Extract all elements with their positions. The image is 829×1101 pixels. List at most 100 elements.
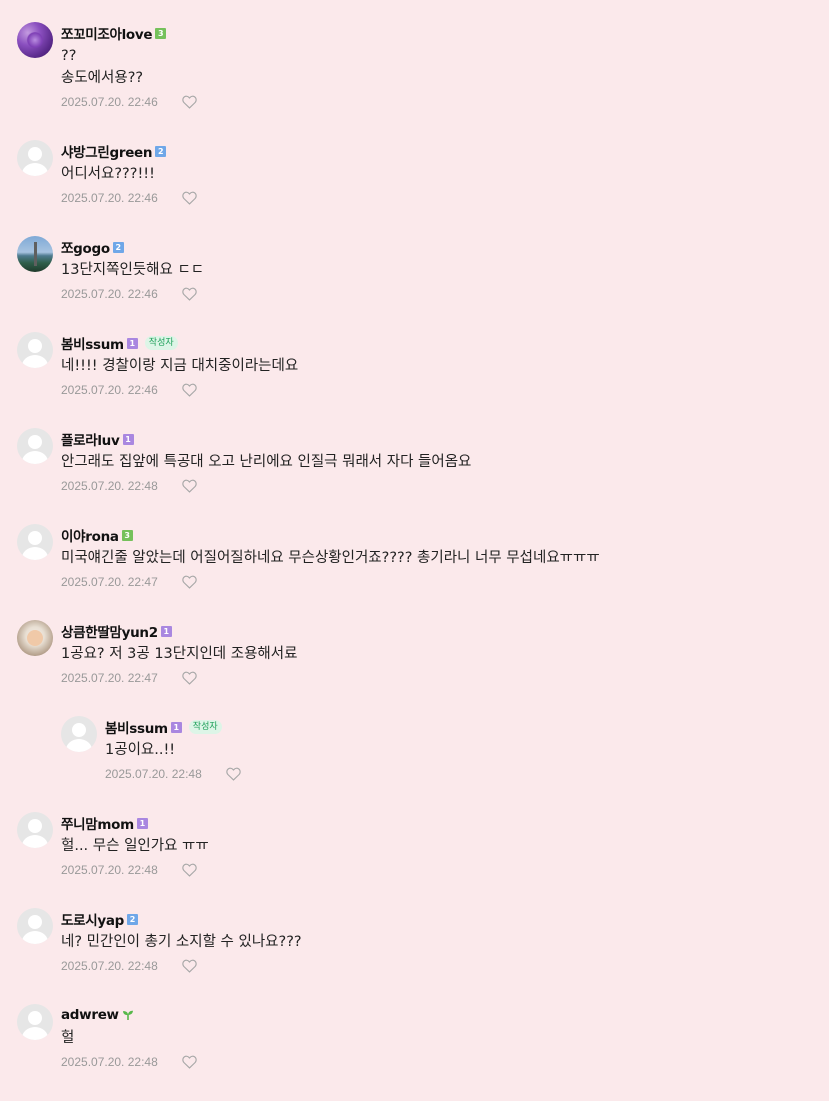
comment-date: 2025.07.20. 22:46 bbox=[61, 287, 158, 301]
level-badge-icon: 3 bbox=[155, 27, 167, 39]
comment-meta: 2025.07.20. 22:48 bbox=[61, 476, 197, 496]
comment-meta: 2025.07.20. 22:48 bbox=[61, 1052, 197, 1072]
comment-text: 미국얘긴줄 알았는데 어질어질하네요 무슨상황인거죠???? 총기라니 너무 무… bbox=[61, 550, 600, 566]
heart-outline-icon[interactable] bbox=[182, 575, 197, 589]
avatar[interactable] bbox=[17, 236, 53, 272]
comment-meta: 2025.07.20. 22:46 bbox=[61, 380, 197, 400]
avatar[interactable] bbox=[17, 140, 53, 176]
comment-date: 2025.07.20. 22:46 bbox=[61, 383, 158, 397]
comment-meta: 2025.07.20. 22:48 bbox=[105, 764, 241, 784]
comment-author: 샤방그린green 2 bbox=[61, 140, 167, 162]
nickname[interactable]: 이야rona bbox=[61, 525, 119, 545]
comment-item: 쪼꼬미조아love 3 ?? 송도에서용?? 2025.07.20. 22:46 bbox=[17, 22, 817, 118]
comment-author: 쪼꼬미조아love 3 bbox=[61, 22, 167, 44]
nickname[interactable]: 플로라luv bbox=[61, 429, 120, 449]
comment-date: 2025.07.20. 22:48 bbox=[105, 767, 202, 781]
comment-item: adwrew 헐 2025.07.20. 22:48 bbox=[17, 1004, 817, 1100]
nickname[interactable]: 상큼한딸맘yun2 bbox=[61, 621, 158, 641]
comment-text: 네? 민간인이 총기 소지할 수 있나요??? bbox=[61, 934, 302, 950]
avatar[interactable] bbox=[17, 908, 53, 944]
comment-item: 샤방그린green 2 어디서요???!!! 2025.07.20. 22:46 bbox=[17, 140, 817, 236]
comment-text: 헐 bbox=[61, 1030, 75, 1046]
nickname[interactable]: 쪼gogo bbox=[61, 237, 110, 257]
nickname[interactable]: 샤방그린green bbox=[61, 141, 153, 161]
comment-item: 봄비ssum 1 작성자 네!!!! 경찰이랑 지금 대치중이라는데요 2025… bbox=[17, 332, 817, 428]
comment-text: 안그래도 집앞에 특공대 오고 난리에요 인질극 뭐래서 자다 들어옴요 bbox=[61, 454, 472, 470]
heart-outline-icon[interactable] bbox=[182, 863, 197, 877]
comment-meta: 2025.07.20. 22:48 bbox=[61, 860, 197, 880]
comment-meta: 2025.07.20. 22:47 bbox=[61, 668, 197, 688]
heart-outline-icon[interactable] bbox=[182, 383, 197, 397]
comment-text: 1공요? 저 3공 13단지인데 조용해서료 bbox=[61, 646, 298, 662]
comment-author: adwrew bbox=[61, 1004, 134, 1026]
comment-author: 상큼한딸맘yun2 1 bbox=[61, 620, 172, 642]
comment-date: 2025.07.20. 22:48 bbox=[61, 863, 158, 877]
level-badge-icon: 2 bbox=[155, 145, 167, 157]
nickname[interactable]: 봄비ssum bbox=[105, 717, 168, 737]
author-badge: 작성자 bbox=[144, 336, 178, 350]
comment-date: 2025.07.20. 22:46 bbox=[61, 191, 158, 205]
comment-text: 네!!!! 경찰이랑 지금 대치중이라는데요 bbox=[61, 358, 299, 374]
heart-outline-icon[interactable] bbox=[182, 191, 197, 205]
level-badge-icon: 1 bbox=[136, 817, 148, 829]
heart-outline-icon[interactable] bbox=[182, 671, 197, 685]
comment-author: 쪼gogo 2 bbox=[61, 236, 124, 258]
reply-item: 봄비ssum 1 작성자 1공이요..!! 2025.07.20. 22:48 bbox=[61, 716, 829, 812]
avatar[interactable] bbox=[17, 428, 53, 464]
avatar[interactable] bbox=[17, 22, 53, 58]
comment-author: 도로시yap 2 bbox=[61, 908, 139, 930]
avatar[interactable] bbox=[61, 716, 97, 752]
comment-date: 2025.07.20. 22:46 bbox=[61, 95, 158, 109]
comment-date: 2025.07.20. 22:48 bbox=[61, 479, 158, 493]
comment-author: 이야rona 3 bbox=[61, 524, 133, 546]
avatar[interactable] bbox=[17, 620, 53, 656]
author-badge: 작성자 bbox=[188, 720, 222, 734]
level-badge-icon: 1 bbox=[126, 337, 138, 349]
level-badge-icon: 1 bbox=[122, 433, 134, 445]
comment-item: 플로라luv 1 안그래도 집앞에 특공대 오고 난리에요 인질극 뭐래서 자다… bbox=[17, 428, 817, 524]
level-badge-icon: 1 bbox=[160, 625, 172, 637]
comment-text: 어디서요???!!! bbox=[61, 166, 155, 182]
comment-date: 2025.07.20. 22:47 bbox=[61, 575, 158, 589]
comment-meta: 2025.07.20. 22:46 bbox=[61, 92, 197, 112]
comment-text: 헐... 무슨 일인가요 ㅠㅠ bbox=[61, 838, 209, 854]
comment-item: 쭈니맘mom 1 헐... 무슨 일인가요 ㅠㅠ 2025.07.20. 22:… bbox=[17, 812, 817, 908]
comment-date: 2025.07.20. 22:48 bbox=[61, 1055, 158, 1069]
comment-item: 상큼한딸맘yun2 1 1공요? 저 3공 13단지인데 조용해서료 2025.… bbox=[17, 620, 817, 716]
comment-date: 2025.07.20. 22:48 bbox=[61, 959, 158, 973]
level-badge-icon: 2 bbox=[112, 241, 124, 253]
comment-author: 플로라luv 1 bbox=[61, 428, 134, 450]
comment-item: 쪼gogo 2 13단지쪽인듯해요 ㄷㄷ 2025.07.20. 22:46 bbox=[17, 236, 817, 332]
heart-outline-icon[interactable] bbox=[182, 479, 197, 493]
heart-outline-icon[interactable] bbox=[226, 767, 241, 781]
heart-outline-icon[interactable] bbox=[182, 95, 197, 109]
level-badge-icon: 1 bbox=[170, 721, 182, 733]
comment-meta: 2025.07.20. 22:46 bbox=[61, 188, 197, 208]
heart-outline-icon[interactable] bbox=[182, 959, 197, 973]
comment-text: 13단지쪽인듯해요 ㄷㄷ bbox=[61, 262, 205, 278]
nickname[interactable]: adwrew bbox=[61, 1007, 119, 1023]
avatar[interactable] bbox=[17, 812, 53, 848]
comment-meta: 2025.07.20. 22:47 bbox=[61, 572, 197, 592]
nickname[interactable]: 봄비ssum bbox=[61, 333, 124, 353]
nickname[interactable]: 쭈니맘mom bbox=[61, 813, 134, 833]
comment-author: 쭈니맘mom 1 bbox=[61, 812, 148, 834]
heart-outline-icon[interactable] bbox=[182, 287, 197, 301]
avatar[interactable] bbox=[17, 332, 53, 368]
level-badge-icon: 3 bbox=[121, 529, 133, 541]
heart-outline-icon[interactable] bbox=[182, 1055, 197, 1069]
comment-meta: 2025.07.20. 22:46 bbox=[61, 284, 197, 304]
comment-item: 이야rona 3 미국얘긴줄 알았는데 어질어질하네요 무슨상황인거죠???? … bbox=[17, 524, 817, 620]
comment-author: 봄비ssum 1 작성자 bbox=[105, 716, 222, 738]
comment-item: 도로시yap 2 네? 민간인이 총기 소지할 수 있나요??? 2025.07… bbox=[17, 908, 817, 1004]
sprout-icon bbox=[122, 1010, 133, 1020]
comment-meta: 2025.07.20. 22:48 bbox=[61, 956, 197, 976]
avatar[interactable] bbox=[17, 524, 53, 560]
avatar[interactable] bbox=[17, 1004, 53, 1040]
level-badge-icon: 2 bbox=[127, 913, 139, 925]
nickname[interactable]: 쪼꼬미조아love bbox=[61, 23, 153, 43]
nickname[interactable]: 도로시yap bbox=[61, 909, 124, 929]
comment-text: 1공이요..!! bbox=[105, 742, 176, 758]
comment-author: 봄비ssum 1 작성자 bbox=[61, 332, 178, 354]
comment-date: 2025.07.20. 22:47 bbox=[61, 671, 158, 685]
